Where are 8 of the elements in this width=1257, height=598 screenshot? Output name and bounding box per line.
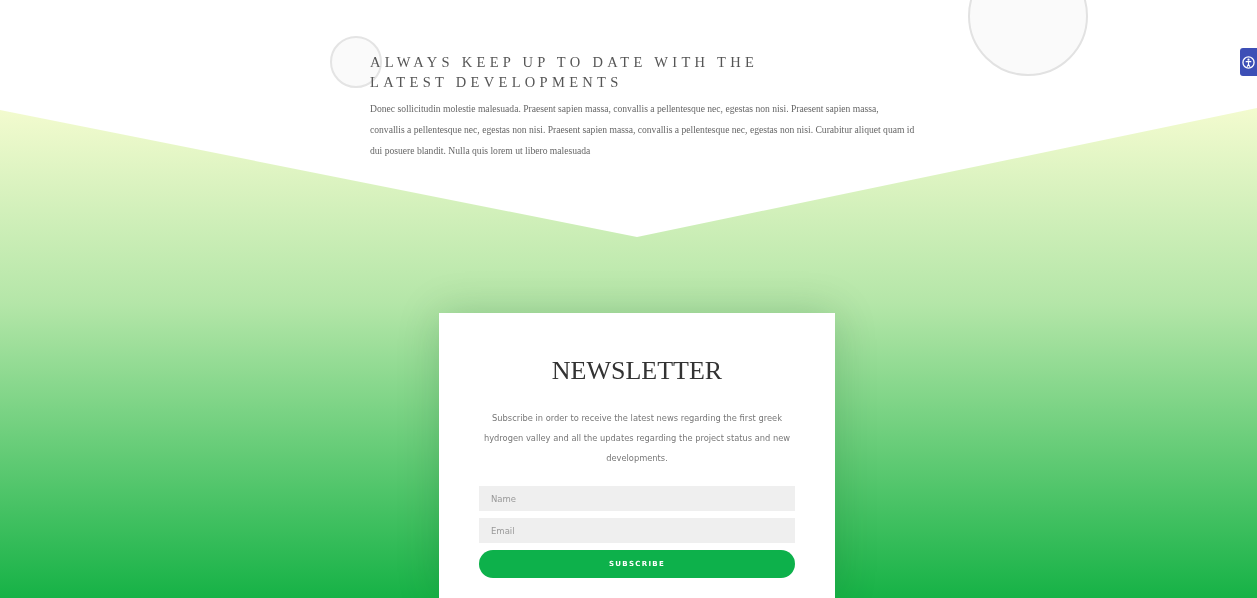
input-field[interactable]: Email bbox=[479, 518, 795, 544]
accessibility-button[interactable] bbox=[1240, 48, 1257, 76]
input-field[interactable]: Name bbox=[479, 486, 795, 512]
newsletter-text: Subscribe in order to receive the latest news regarding the first greek hydrogen valley and all the updates regarding the project status and new developments. bbox=[482, 412, 792, 466]
section-heading: ALWAYS KEEP UP TO DATE WITH THE LATEST DEVELOPMENTS bbox=[370, 53, 760, 92]
section-text: Donec sollicitudin molestie malesuada. Praesent sapien massa, convallis a pellentesque nec, egestas non nisi. Praesent sapien massa, convallis a pellentesque nec, egestas non nisi. Praesent sapien massa, convallis a pellentesque nec, egestas non nisi. Curabitur aliquet quam id dui posuere blandit. Nulla quis lorem ut libero malesuada bbox=[370, 102, 915, 158]
newsletter-title: NEWSLETTER bbox=[550, 355, 724, 387]
accessibility-icon bbox=[1242, 55, 1255, 69]
